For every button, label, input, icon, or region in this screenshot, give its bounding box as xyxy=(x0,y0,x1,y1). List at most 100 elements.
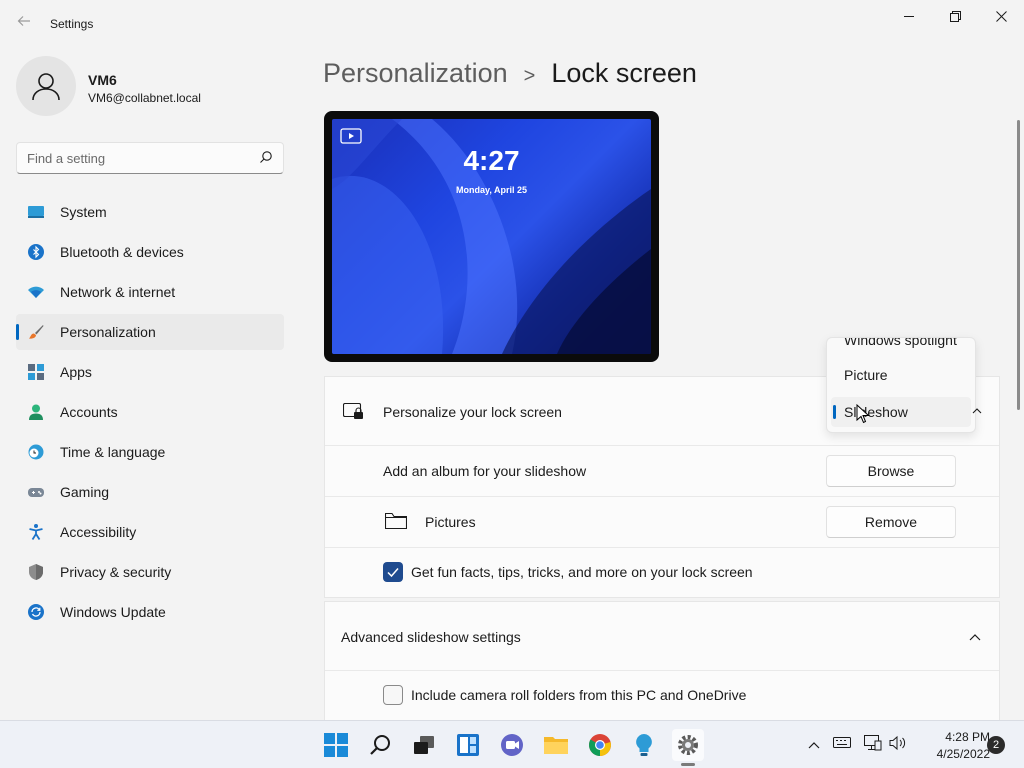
sidebar-nav: System Bluetooth & devices Network & int… xyxy=(16,194,284,634)
sync-icon xyxy=(28,604,44,620)
fun-facts-checkbox[interactable] xyxy=(383,562,403,582)
breadcrumb-separator: > xyxy=(523,65,536,87)
task-view-button[interactable] xyxy=(408,729,440,761)
chevron-up-icon[interactable] xyxy=(969,633,981,641)
minimize-button[interactable] xyxy=(886,0,932,32)
personalize-label: Personalize your lock screen xyxy=(383,404,562,420)
sidebar-item-accounts[interactable]: Accounts xyxy=(16,394,284,430)
apps-icon xyxy=(28,364,44,380)
sidebar-item-apps[interactable]: Apps xyxy=(16,354,284,390)
chrome-button[interactable] xyxy=(584,729,616,761)
sidebar-item-label: Accounts xyxy=(60,404,118,420)
camera-roll-row: Include camera roll folders from this PC… xyxy=(325,670,999,721)
task-view-icon xyxy=(414,736,434,754)
widgets-button[interactable] xyxy=(452,729,484,761)
accessibility-icon xyxy=(29,524,43,540)
sidebar-item-label: Bluetooth & devices xyxy=(60,244,184,260)
teams-chat-icon xyxy=(501,734,523,756)
advanced-title: Advanced slideshow settings xyxy=(341,629,521,645)
camera-roll-label: Include camera roll folders from this PC… xyxy=(411,687,747,703)
lock-screen-preview: 4:27 Monday, April 25 xyxy=(324,111,659,362)
settings-taskbar-button[interactable] xyxy=(672,729,704,761)
preview-date: Monday, April 25 xyxy=(455,185,527,195)
taskbar: 4:28 PM 4/25/2022 2 xyxy=(0,720,1024,768)
monitor-icon xyxy=(28,206,44,218)
bluetooth-icon xyxy=(28,244,44,260)
preview-wallpaper: 4:27 Monday, April 25 xyxy=(332,119,651,354)
volume-tray-button[interactable] xyxy=(888,735,908,755)
lock-screen-icon xyxy=(343,403,363,419)
avatar xyxy=(16,56,76,116)
album-row: Add an album for your slideshow Browse xyxy=(325,445,999,496)
sidebar-item-gaming[interactable]: Gaming xyxy=(16,474,284,510)
sidebar-item-system[interactable]: System xyxy=(16,194,284,230)
close-button[interactable] xyxy=(978,0,1024,32)
brush-icon xyxy=(29,325,44,339)
sidebar-item-bluetooth[interactable]: Bluetooth & devices xyxy=(16,234,284,270)
breadcrumb-parent[interactable]: Personalization xyxy=(323,58,508,89)
sidebar-item-label: Apps xyxy=(60,364,92,380)
chrome-icon xyxy=(589,734,611,756)
search-placeholder: Find a setting xyxy=(27,151,106,166)
sidebar-item-label: Personalization xyxy=(60,324,156,340)
folder-name: Pictures xyxy=(425,514,476,530)
chevron-up-icon xyxy=(972,408,982,414)
notification-badge[interactable]: 2 xyxy=(987,736,1005,754)
advanced-header-row[interactable]: Advanced slideshow settings xyxy=(325,602,999,670)
settings-icon xyxy=(678,735,698,755)
sidebar-item-label: System xyxy=(60,204,107,220)
browse-button[interactable]: Browse xyxy=(826,455,956,487)
title-bar: Settings xyxy=(0,0,1024,48)
show-hidden-icons-button[interactable] xyxy=(804,735,824,755)
taskbar-search-button[interactable] xyxy=(364,729,396,761)
arrow-left-icon xyxy=(17,16,30,26)
volume-icon xyxy=(889,735,906,751)
taskbar-time[interactable]: 4:28 PM xyxy=(920,730,990,744)
shield-icon xyxy=(29,564,43,580)
page-title: Lock screen xyxy=(551,58,697,88)
file-explorer-button[interactable] xyxy=(540,729,572,761)
sidebar-item-privacy-security[interactable]: Privacy & security xyxy=(16,554,284,590)
dropdown-option-windows-spotlight[interactable]: Windows spotlight xyxy=(831,338,971,355)
taskbar-date[interactable]: 4/25/2022 xyxy=(906,747,990,761)
tips-button[interactable] xyxy=(628,729,660,761)
user-profile[interactable]: VM6 VM6@collabnet.local xyxy=(16,56,286,118)
wifi-icon xyxy=(28,286,44,298)
breadcrumb: Personalization > Lock screen xyxy=(323,58,697,89)
search-icon xyxy=(260,151,272,163)
advanced-slideshow-card: Advanced slideshow settings Include came… xyxy=(324,601,1000,720)
keyboard-icon xyxy=(833,737,851,748)
network-icon xyxy=(864,735,882,751)
keyboard-tray-button[interactable] xyxy=(832,735,852,755)
sidebar-item-personalization[interactable]: Personalization xyxy=(16,314,284,350)
search-input[interactable]: Find a setting xyxy=(16,142,284,174)
sidebar-item-time-language[interactable]: Time & language xyxy=(16,434,284,470)
lightbulb-icon xyxy=(636,734,652,756)
restore-button[interactable] xyxy=(932,0,978,32)
sidebar-item-label: Windows Update xyxy=(60,604,166,620)
fun-facts-row: Get fun facts, tips, tricks, and more on… xyxy=(325,547,999,598)
camera-roll-checkbox[interactable] xyxy=(383,685,403,705)
sidebar-item-windows-update[interactable]: Windows Update xyxy=(16,594,284,630)
fun-facts-label: Get fun facts, tips, tricks, and more on… xyxy=(411,564,753,580)
app-title: Settings xyxy=(50,17,94,31)
dropdown-option-picture[interactable]: Picture xyxy=(831,360,971,390)
sidebar-item-label: Network & internet xyxy=(60,284,176,300)
chat-button[interactable] xyxy=(496,729,528,761)
dropdown-option-slideshow[interactable]: Slideshow xyxy=(831,397,971,427)
person-icon xyxy=(29,404,43,420)
start-button[interactable] xyxy=(320,729,352,761)
sidebar-item-label: Time & language xyxy=(60,444,166,460)
sidebar-item-accessibility[interactable]: Accessibility xyxy=(16,514,284,550)
network-tray-button[interactable] xyxy=(863,735,883,755)
lock-screen-type-dropdown[interactable]: Windows spotlight Picture Slideshow xyxy=(826,337,976,433)
profile-name: VM6 xyxy=(88,72,117,88)
scrollbar[interactable] xyxy=(1017,120,1020,410)
sidebar-item-network[interactable]: Network & internet xyxy=(16,274,284,310)
chevron-up-icon xyxy=(808,742,820,749)
back-button[interactable] xyxy=(12,12,36,36)
minimize-icon xyxy=(903,15,914,17)
active-app-indicator xyxy=(681,763,695,766)
close-icon xyxy=(995,10,1007,22)
remove-button[interactable]: Remove xyxy=(826,506,956,538)
